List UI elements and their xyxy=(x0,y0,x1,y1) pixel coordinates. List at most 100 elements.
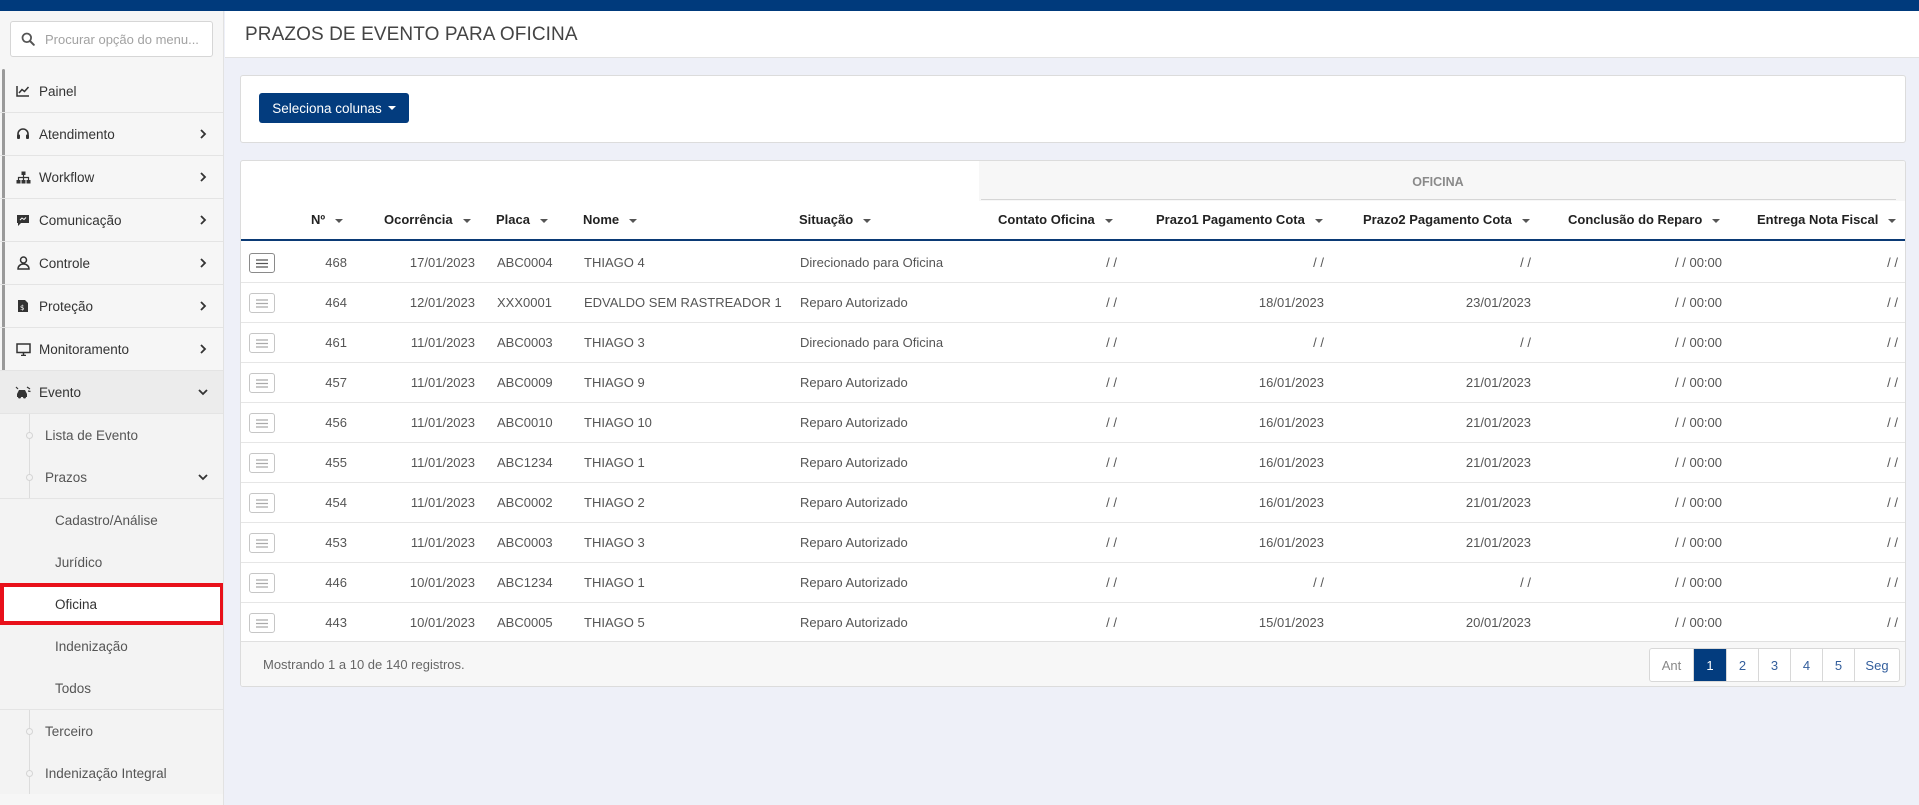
column-header-entrega[interactable]: Entrega Nota Fiscal xyxy=(1757,212,1897,227)
select-columns-button[interactable]: Seleciona colunas xyxy=(259,93,409,123)
sidebar-item-oficina[interactable]: Oficina xyxy=(0,583,223,625)
column-header-situacao[interactable]: Situação xyxy=(799,212,872,227)
sidebar-item-protecao[interactable]: $ Proteção xyxy=(0,285,223,328)
cell-conclusao: / / 00:00 xyxy=(1675,535,1722,550)
table-header: Nº Ocorrência Placa Nome Situação Contat… xyxy=(241,201,1905,241)
row-menu-button[interactable] xyxy=(249,373,275,393)
table-row[interactable]: 446 10/01/2023 ABC1234 THIAGO 1 Reparo Autor… xyxy=(241,563,1905,603)
column-header-conclusao[interactable]: Conclusão do Reparo xyxy=(1568,212,1721,227)
chat-icon xyxy=(15,212,31,228)
column-header-nome[interactable]: Nome xyxy=(583,212,638,227)
sidebar-item-prazos[interactable]: Prazos xyxy=(0,456,223,498)
column-header-label: Prazo2 Pagamento Cota xyxy=(1363,212,1512,227)
table-row[interactable]: 443 10/01/2023 ABC0005 THIAGO 5 Reparo Autor… xyxy=(241,603,1905,643)
sidebar-item-atendimento[interactable]: Atendimento xyxy=(0,113,223,156)
table-row[interactable]: 455 11/01/2023 ABC1234 THIAGO 1 Reparo Autor… xyxy=(241,443,1905,483)
row-menu-button[interactable] xyxy=(249,573,275,593)
column-header-num[interactable]: Nº xyxy=(311,212,344,227)
table-row[interactable]: 457 11/01/2023 ABC0009 THIAGO 9 Reparo Autor… xyxy=(241,363,1905,403)
cell-contato: / / xyxy=(1106,575,1117,590)
svg-text:$: $ xyxy=(20,304,24,312)
column-header-contato-oficina[interactable]: Contato Oficina xyxy=(998,212,1113,227)
sidebar-item-label: Jurídico xyxy=(55,554,103,570)
sidebar-item-workflow[interactable]: Workflow xyxy=(0,156,223,199)
row-menu-button[interactable] xyxy=(249,293,275,313)
cell-num: 456 xyxy=(325,415,347,430)
cell-placa: ABC1234 xyxy=(497,575,553,590)
chevron-down-icon xyxy=(198,389,208,396)
cell-entrega: / / xyxy=(1887,535,1898,550)
sort-icon xyxy=(1888,218,1897,223)
pagination-next-button[interactable]: Seg xyxy=(1855,649,1899,681)
sidebar-item-controle[interactable]: Controle xyxy=(0,242,223,285)
cell-prazo2: 21/01/2023 xyxy=(1465,495,1531,510)
cell-contato: / / xyxy=(1106,335,1117,350)
table-row[interactable]: 468 17/01/2023 ABC0004 THIAGO 4 Direcionado … xyxy=(241,243,1905,283)
menu-search-input[interactable] xyxy=(45,31,205,47)
row-menu-button[interactable] xyxy=(249,453,275,473)
sidebar-item-lista-evento[interactable]: Lista de Evento xyxy=(0,414,223,456)
chevron-right-icon xyxy=(200,215,207,225)
pagination-page-button[interactable]: 5 xyxy=(1823,649,1855,681)
cell-situacao: Reparo Autorizado xyxy=(800,535,908,550)
table-row[interactable]: 464 12/01/2023 XXX0001 EDVALDO SEM RASTREAD… xyxy=(241,283,1905,323)
pagination-page-button[interactable]: 1 xyxy=(1694,649,1727,681)
cell-prazo1: 16/01/2023 xyxy=(1258,415,1324,430)
column-header-ocorrencia[interactable]: Ocorrência xyxy=(384,212,471,227)
cell-entrega: / / xyxy=(1887,255,1898,270)
sort-icon xyxy=(1104,218,1113,223)
table-row[interactable]: 456 11/01/2023 ABC0010 THIAGO 10 Reparo Auto… xyxy=(241,403,1905,443)
bullet-icon xyxy=(26,432,33,439)
cell-conclusao: / / 00:00 xyxy=(1675,335,1722,350)
cell-ocorrencia: 11/01/2023 xyxy=(410,335,475,350)
table-row[interactable]: 454 11/01/2023 ABC0002 THIAGO 2 Reparo Autor… xyxy=(241,483,1905,523)
hamburger-icon xyxy=(256,418,268,428)
column-header-placa[interactable]: Placa xyxy=(496,212,548,227)
sidebar-item-painel[interactable]: Painel xyxy=(0,70,223,113)
column-header-prazo1[interactable]: Prazo1 Pagamento Cota xyxy=(1156,212,1323,227)
sidebar-item-todos[interactable]: Todos xyxy=(0,667,223,709)
sort-icon xyxy=(1521,218,1530,223)
prazos-submenu: Cadastro/Análise Jurídico Oficina Indeni… xyxy=(0,498,223,710)
cell-placa: ABC0003 xyxy=(497,335,553,350)
cell-placa: ABC1234 xyxy=(497,455,553,470)
cell-num: 453 xyxy=(325,535,347,550)
cell-prazo2: 23/01/2023 xyxy=(1465,295,1531,310)
sidebar-item-indenizacao[interactable]: Indenização xyxy=(0,625,223,667)
sidebar-item-label: Monitoramento xyxy=(39,341,130,357)
column-group-divider xyxy=(981,199,1896,200)
sidebar-item-indenizacao-integral[interactable]: Indenização Integral xyxy=(0,752,223,794)
row-menu-button[interactable] xyxy=(249,493,275,513)
hamburger-icon xyxy=(256,578,268,588)
sort-icon xyxy=(863,218,872,223)
row-menu-button[interactable] xyxy=(249,533,275,553)
pagination-prev-button[interactable]: Ant xyxy=(1650,649,1694,681)
row-menu-button[interactable] xyxy=(249,333,275,353)
sidebar-item-juridico[interactable]: Jurídico xyxy=(0,541,223,583)
pagination: Ant 1 2 3 4 5 Seg xyxy=(1649,648,1900,682)
cell-situacao: Direcionado para Oficina xyxy=(800,255,944,270)
table-row[interactable]: 453 11/01/2023 ABC0003 THIAGO 3 Reparo Autor… xyxy=(241,523,1905,563)
sidebar-item-monitoramento[interactable]: Monitoramento xyxy=(0,328,223,371)
sidebar-item-terceiro[interactable]: Terceiro xyxy=(0,710,223,752)
sitemap-icon xyxy=(15,169,31,185)
sidebar-item-label: Proteção xyxy=(39,298,94,314)
column-header-prazo2[interactable]: Prazo2 Pagamento Cota xyxy=(1363,212,1530,227)
cell-nome: THIAGO 2 xyxy=(584,495,645,510)
sidebar-item-comunicacao[interactable]: Comunicação xyxy=(0,199,223,242)
row-menu-button[interactable] xyxy=(249,253,275,273)
sidebar-item-evento[interactable]: Evento xyxy=(0,371,223,414)
column-header-label: Nome xyxy=(583,212,620,227)
sidebar-item-cadastro-analise[interactable]: Cadastro/Análise xyxy=(0,499,223,541)
cell-prazo1: 15/01/2023 xyxy=(1258,615,1324,630)
pagination-page-button[interactable]: 4 xyxy=(1791,649,1823,681)
cell-num: 446 xyxy=(325,575,347,590)
row-menu-button[interactable] xyxy=(249,413,275,433)
cell-ocorrencia: 11/01/2023 xyxy=(410,535,475,550)
cell-situacao: Reparo Autorizado xyxy=(800,495,908,510)
column-header-label: Conclusão do Reparo xyxy=(1568,212,1703,227)
pagination-page-button[interactable]: 3 xyxy=(1759,649,1791,681)
row-menu-button[interactable] xyxy=(249,613,275,633)
table-row[interactable]: 461 11/01/2023 ABC0003 THIAGO 3 Direcionado … xyxy=(241,323,1905,363)
pagination-page-button[interactable]: 2 xyxy=(1727,649,1759,681)
